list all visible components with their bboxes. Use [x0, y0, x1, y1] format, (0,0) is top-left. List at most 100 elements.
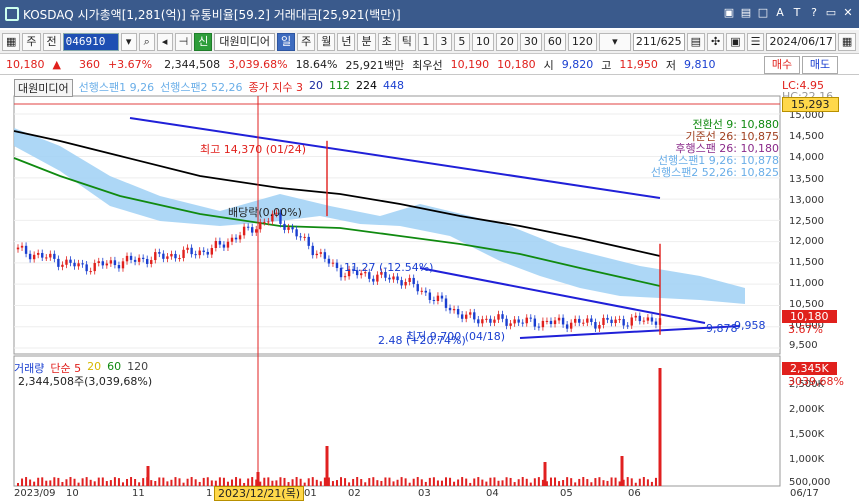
tile-icon[interactable]: ▣ — [722, 6, 736, 20]
axis-price: 13,500 — [789, 174, 824, 185]
drop-annotation: -11.27 (-12.54%) — [340, 261, 434, 274]
candle-body — [20, 245, 24, 248]
layout-icon[interactable]: ▤ — [739, 6, 753, 20]
candle-body — [517, 319, 520, 323]
interval-20[interactable]: 20 — [495, 32, 518, 51]
search-icon[interactable]: ⌕ — [138, 32, 155, 51]
candle-body — [618, 319, 621, 321]
prev-button[interactable]: 전 — [42, 32, 61, 51]
calendar-icon[interactable]: ▦ — [837, 32, 857, 51]
volume-bar — [190, 477, 193, 486]
candle-body — [117, 265, 121, 269]
close-icon[interactable]: ✕ — [841, 6, 855, 20]
interval-1[interactable]: 1 — [417, 32, 434, 51]
volume-bar — [493, 477, 496, 486]
candle-body — [477, 319, 480, 324]
interval-10[interactable]: 10 — [471, 32, 494, 51]
interval-30[interactable]: 30 — [519, 32, 542, 51]
candle-body — [404, 281, 407, 286]
volume-bar — [150, 480, 153, 486]
period-day[interactable]: 일 — [276, 32, 296, 51]
volume-bar — [453, 481, 456, 486]
volume-bar — [461, 477, 464, 486]
date-field[interactable]: 2024/06/17 — [766, 32, 836, 51]
candle-body — [295, 229, 298, 237]
up-arrow-icon: ▲ — [52, 58, 61, 71]
candle-body — [420, 290, 423, 292]
candle-body — [622, 319, 625, 326]
volume-bar — [364, 482, 367, 486]
speaker-icon[interactable]: ◂ — [156, 32, 173, 51]
volume-bar — [218, 477, 221, 486]
candle-body — [198, 250, 201, 256]
volume-amount: 2,344,508주(3,039,68%) — [18, 375, 153, 388]
volume-bar — [101, 477, 104, 486]
window-title: KOSDAQ 시가총액[1,281(억)] 유통비율[59.2] 거래대금[25… — [23, 7, 401, 22]
candle-body — [311, 245, 314, 256]
volume-bar — [558, 481, 561, 486]
sell-button[interactable]: 매도 — [802, 56, 838, 74]
open-label: 시 — [543, 58, 554, 72]
volume-bar — [509, 477, 512, 486]
volume-bar — [521, 477, 524, 486]
settings-icon[interactable]: ☰ — [746, 32, 765, 51]
save-icon[interactable]: ▣ — [726, 32, 745, 51]
candle-body — [456, 309, 460, 315]
grid-icon[interactable]: ▦ — [2, 32, 21, 51]
candle-body — [315, 253, 318, 256]
candle-body — [529, 317, 532, 319]
volume-bar — [372, 477, 375, 486]
period-year[interactable]: 년 — [337, 32, 356, 51]
buy-button[interactable]: 매수 — [764, 56, 800, 74]
volume-bar — [126, 478, 129, 486]
volume-spike — [620, 456, 624, 486]
candle-body — [578, 318, 581, 323]
window-icon[interactable]: □ — [756, 6, 770, 20]
candle-body — [299, 236, 302, 238]
count-field[interactable]: 211/625 — [632, 32, 685, 51]
volume-bar — [178, 478, 181, 486]
candle-body — [28, 253, 32, 260]
interval-3[interactable]: 3 — [435, 32, 452, 51]
period-second[interactable]: 초 — [377, 32, 396, 51]
chart-icon[interactable]: ▤ — [686, 32, 705, 51]
candle-body — [460, 314, 464, 319]
axis-price: 10,500 — [789, 299, 824, 310]
interval-120[interactable]: 120 — [567, 32, 597, 51]
volume-bar — [121, 482, 124, 486]
axis-date: 03 — [418, 488, 431, 499]
candle-body — [376, 274, 379, 282]
period-tick[interactable]: 틱 — [397, 32, 416, 51]
volume-bar — [331, 481, 334, 486]
volume-spike — [256, 472, 260, 486]
candle-body — [178, 258, 181, 260]
ask-label: 최우선 — [412, 58, 443, 72]
pin-icon[interactable]: ⊣ — [174, 32, 193, 51]
candle-body — [85, 264, 88, 272]
interval-5[interactable]: 5 — [453, 32, 470, 51]
font-a-icon[interactable]: A — [773, 6, 787, 20]
dropdown-icon[interactable]: ▾ — [120, 32, 137, 51]
candle-body — [150, 260, 153, 264]
interval-custom[interactable]: ▾ — [598, 32, 631, 51]
period-week[interactable]: 주 — [297, 32, 316, 51]
interval-60[interactable]: 60 — [543, 32, 566, 51]
candle-body — [49, 253, 52, 258]
stock-code-input[interactable] — [62, 32, 119, 51]
text-t-icon[interactable]: T — [790, 6, 804, 20]
minimize-icon[interactable]: ▭ — [824, 6, 838, 20]
candle-body — [327, 258, 331, 264]
candle-body — [141, 257, 145, 259]
tools-icon[interactable]: ✣ — [706, 32, 725, 51]
stock-name: 대원미디어 — [214, 32, 275, 51]
type-select[interactable]: 주 — [22, 32, 41, 51]
volume-tag: 2,345K — [782, 362, 837, 375]
candle-body — [186, 247, 189, 250]
open-price: 9,820 — [561, 58, 594, 71]
period-minute[interactable]: 분 — [357, 32, 376, 51]
candle-body — [81, 263, 84, 265]
current-price-tag: 10,180 — [782, 310, 837, 323]
period-month[interactable]: 월 — [317, 32, 336, 51]
help-icon[interactable]: ? — [807, 6, 821, 20]
candle-body — [634, 315, 637, 318]
